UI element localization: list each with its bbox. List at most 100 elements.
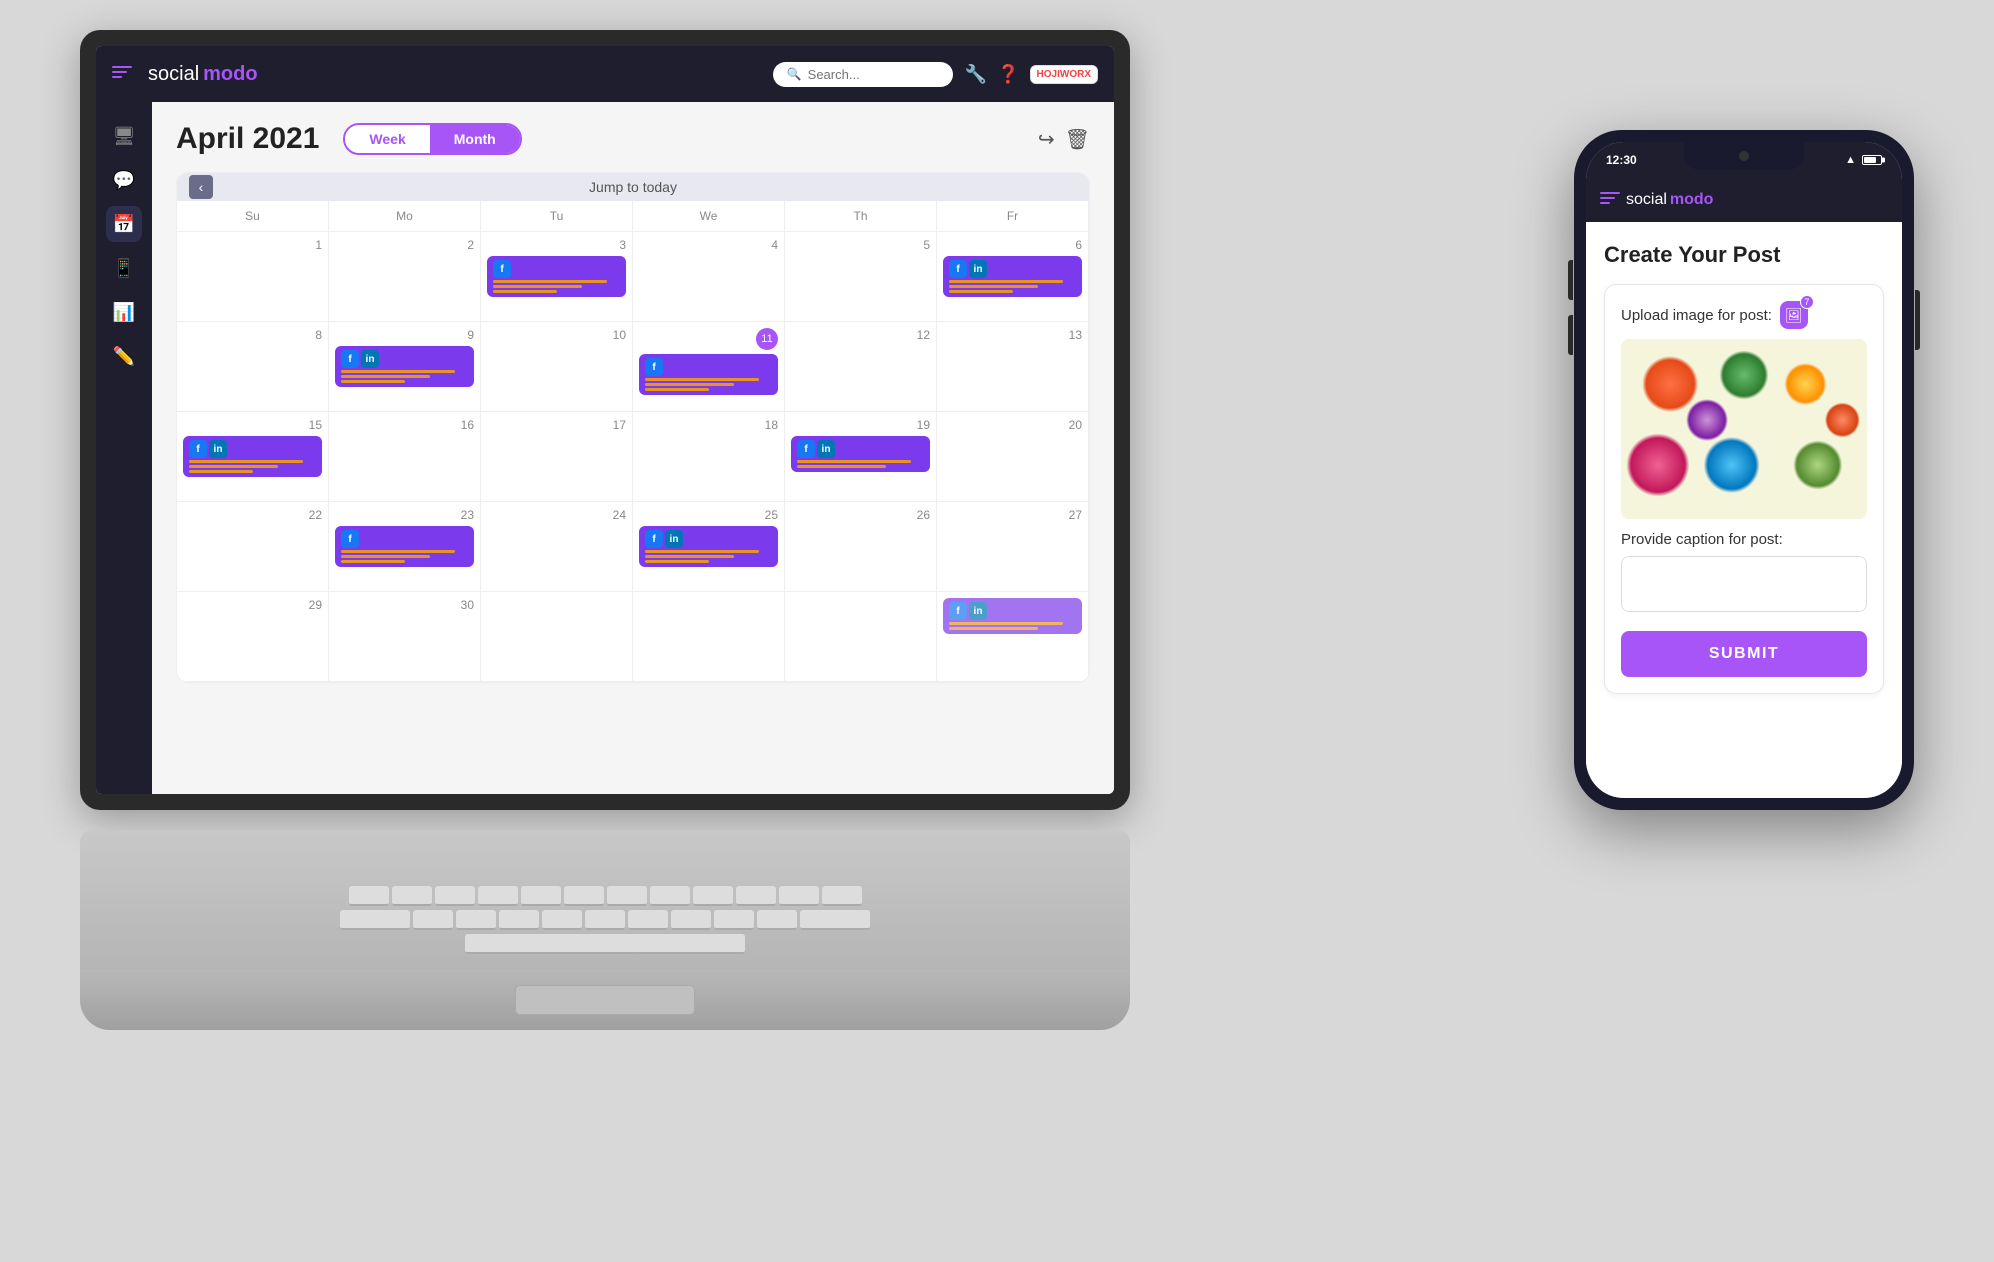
- upload-icon: 🖼: [1785, 307, 1803, 324]
- laptop-topbar: socialmodo 🔍 🔧 ❓ HOJIWORX: [96, 46, 1114, 102]
- view-week-button[interactable]: Week: [345, 125, 429, 153]
- event-3[interactable]: f: [487, 256, 626, 297]
- share-icon[interactable]: ↪: [1038, 127, 1055, 152]
- logo-social: social: [148, 63, 199, 86]
- jump-today-label: Jump to today: [589, 179, 677, 195]
- battery-icon: [1862, 155, 1882, 165]
- event-partial[interactable]: f in: [943, 598, 1082, 634]
- key: [499, 910, 539, 930]
- cal-cell-9: 9 f in: [329, 322, 481, 412]
- view-toggle: Week Month: [343, 123, 521, 155]
- key: [392, 886, 432, 906]
- calendar-container: ‹ Jump to today Su Mo Tu We Th: [176, 172, 1090, 683]
- submit-button[interactable]: SUBMIT: [1621, 631, 1867, 677]
- calendar-header: April 2021 Week Month ↪ 🗑: [176, 122, 1090, 156]
- delete-icon[interactable]: 🗑: [1065, 127, 1090, 152]
- phone-status-icons: ▲: [1845, 154, 1882, 166]
- sidebar-item-chat[interactable]: 💬: [106, 162, 142, 198]
- cal-cell-18: 18: [633, 412, 785, 502]
- key: [714, 910, 754, 930]
- prev-month-button[interactable]: ‹: [189, 175, 213, 199]
- search-bar[interactable]: 🔍: [773, 62, 953, 87]
- kb-row-2: [133, 910, 1078, 930]
- key: [564, 886, 604, 906]
- sidebar: 🖥 💬 📅 📱 📊 ✏️: [96, 102, 152, 794]
- create-post-card: Upload image for post: 🖼 7 Provide capti…: [1604, 284, 1884, 694]
- laptop-stand: [80, 970, 1130, 1030]
- wifi-icon: ▲: [1845, 154, 1856, 166]
- trackpad[interactable]: [515, 985, 695, 1015]
- sidebar-item-monitor[interactable]: 🖥: [106, 118, 142, 154]
- key: [693, 886, 733, 906]
- laptop: socialmodo 🔍 🔧 ❓ HOJIWORX: [80, 30, 1180, 1230]
- linkedin-badge-9: in: [361, 350, 379, 368]
- hojiworx-badge: HOJIWORX: [1030, 65, 1098, 84]
- laptop-body: 🖥 💬 📅 📱 📊 ✏️ April 2021 Week: [96, 102, 1114, 794]
- phone-logo: socialmodo: [1626, 191, 1713, 209]
- key: [650, 886, 690, 906]
- linkedin-badge-partial: in: [969, 602, 987, 620]
- cal-cell-29: 29: [177, 592, 329, 682]
- sidebar-item-chart[interactable]: 📊: [106, 294, 142, 330]
- event-15[interactable]: f in: [183, 436, 322, 477]
- key: [800, 910, 870, 930]
- phone-side-button-3: [1915, 290, 1920, 350]
- toolbar-icons: ↪ 🗑: [1038, 127, 1090, 152]
- sidebar-item-mobile[interactable]: 📱: [106, 250, 142, 286]
- view-month-button[interactable]: Month: [430, 125, 520, 153]
- linkedin-badge-19: in: [817, 440, 835, 458]
- phone-logo-icon: [1600, 192, 1620, 208]
- cal-cell-24: 24: [481, 502, 633, 592]
- cal-cell-22: 22: [177, 502, 329, 592]
- calendar-area: April 2021 Week Month ↪ 🗑: [152, 102, 1114, 794]
- event-3-lines: [493, 280, 620, 293]
- cal-cell-26: 26: [785, 502, 937, 592]
- caption-input[interactable]: [1621, 556, 1867, 612]
- wrench-icon[interactable]: 🔧: [965, 64, 987, 85]
- laptop-logo: socialmodo: [148, 63, 258, 86]
- sidebar-item-edit[interactable]: ✏️: [106, 338, 142, 374]
- event-19-lines: [797, 460, 924, 468]
- linkedin-badge-15: in: [209, 440, 227, 458]
- event-25-icons: f in: [645, 530, 772, 548]
- cal-cell-partial: f in: [937, 592, 1089, 682]
- event-partial-icons: f in: [949, 602, 1076, 620]
- day-header-mo: Mo: [329, 201, 481, 232]
- phone-content: Create Your Post Upload image for post: …: [1586, 222, 1902, 798]
- event-9-lines: [341, 370, 468, 383]
- event-6[interactable]: f in: [943, 256, 1082, 297]
- upload-icon-badge[interactable]: 🖼 7: [1780, 301, 1808, 329]
- event-23-icons: f: [341, 530, 468, 548]
- facebook-badge-6: f: [949, 260, 967, 278]
- event-23[interactable]: f: [335, 526, 474, 567]
- logo-modo: modo: [203, 63, 257, 86]
- cal-cell-11: 11 f: [633, 322, 785, 412]
- spacebar-key[interactable]: [465, 934, 745, 954]
- phone-topbar: socialmodo: [1586, 178, 1902, 222]
- event-6-lines: [949, 280, 1076, 293]
- event-9[interactable]: f in: [335, 346, 474, 387]
- cal-cell-empty2: 2: [329, 232, 481, 322]
- keyboard-deck: [80, 830, 1130, 970]
- event-11[interactable]: f: [639, 354, 778, 395]
- cal-cell-12: 12: [785, 322, 937, 412]
- key: [521, 886, 561, 906]
- food-image[interactable]: [1621, 339, 1867, 519]
- phone-outer: 12:30 ▲ socialmodo: [1574, 130, 1914, 810]
- cal-cell-8: 8: [177, 322, 329, 412]
- cal-cell-30: 30: [329, 592, 481, 682]
- key: [671, 910, 711, 930]
- key: [628, 910, 668, 930]
- phone: 12:30 ▲ socialmodo: [1574, 130, 1914, 810]
- cal-cell-4: 4: [633, 232, 785, 322]
- event-25[interactable]: f in: [639, 526, 778, 567]
- facebook-badge-19: f: [797, 440, 815, 458]
- cal-cell-15: 15 f in: [177, 412, 329, 502]
- day-header-fr: Fr: [937, 201, 1089, 232]
- event-19[interactable]: f in: [791, 436, 930, 472]
- sidebar-item-calendar[interactable]: 📅: [106, 206, 142, 242]
- help-icon[interactable]: ❓: [997, 64, 1019, 85]
- scene: socialmodo 🔍 🔧 ❓ HOJIWORX: [0, 0, 1994, 1262]
- search-input[interactable]: [808, 67, 939, 82]
- day-header-su: Su: [177, 201, 329, 232]
